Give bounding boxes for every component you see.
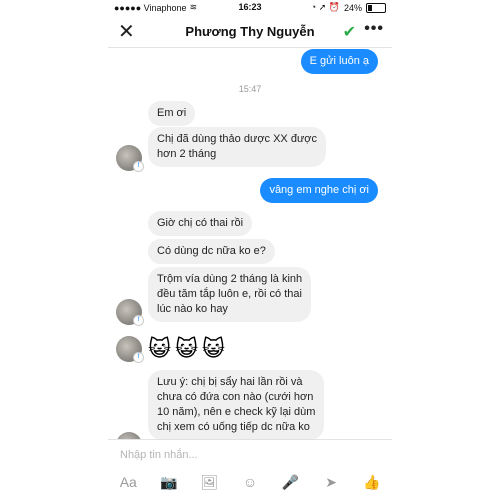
cat-emoji-icon: 😺 [201,336,225,361]
close-icon[interactable]: ✕ [118,20,135,44]
emoji-message[interactable]: 😺 😺 😺 [148,336,225,362]
contact-avatar[interactable]: f [116,336,144,363]
location-icon[interactable]: ➤ [319,470,343,494]
battery-icon [366,2,386,13]
composer-toolbar: Aa 📷 🖼 ☺ 🎤 ➤ 👍 [108,470,392,494]
sent-message[interactable]: vâng em nghe chị ơi [260,178,378,203]
cat-emoji-icon: 😺 [174,336,198,361]
received-message[interactable]: Có dùng dc nữa ko e? [148,239,275,264]
sent-message[interactable]: E gửi luôn ạ [300,49,378,74]
received-message[interactable]: Em ơi [148,101,196,126]
camera-icon[interactable]: 📷 [157,470,181,494]
messenger-badge-icon: f [133,352,144,363]
contact-avatar[interactable]: f [116,145,144,172]
received-message[interactable]: Trộm vía dùng 2 tháng là kinh đều tăm tắ… [148,267,312,322]
cat-emoji-icon: 😺 [148,336,171,361]
battery-percent: 24% [343,2,362,13]
gallery-icon[interactable]: 🖼 [197,470,221,494]
messenger-screen: ●●●●● Vinaphone ≋ 16:23 ◔ ➚ ⏰ 24% ✕ Phươ… [108,0,392,501]
like-icon[interactable]: 👍 [360,470,384,494]
status-indicators-icon: ◔ ➚ ⏰ [310,2,340,12]
message-input[interactable]: Nhập tin nhắn... [120,449,198,461]
contact-avatar[interactable]: f [116,299,144,326]
message-composer: Nhập tin nhắn... Aa 📷 🖼 ☺ 🎤 ➤ 👍 [108,439,392,501]
more-options-icon[interactable]: ••• [364,20,384,38]
contact-name[interactable]: Phương Thy Nguyễn [148,24,352,39]
microphone-icon[interactable]: 🎤 [279,470,303,494]
text-format-icon[interactable]: Aa [116,470,140,494]
conversation-header: ✕ Phương Thy Nguyễn ✔ ••• [108,17,392,48]
messenger-badge-icon: f [133,161,144,172]
messenger-badge-icon: f [133,315,144,326]
status-bar: ●●●●● Vinaphone ≋ 16:23 ◔ ➚ ⏰ 24% [108,0,392,16]
check-icon[interactable]: ✔ [343,22,356,42]
emoji-icon[interactable]: ☺ [238,470,262,494]
received-message[interactable]: Lưu ý: chị bị sẩy hai lần rồi và chưa có… [148,370,325,440]
message-timestamp: 15:47 [238,84,262,94]
received-message[interactable]: Giờ chị có thai rồi [148,211,253,236]
received-message[interactable]: Chị đã dùng thảo dược XX được hơn 2 thán… [148,127,327,167]
